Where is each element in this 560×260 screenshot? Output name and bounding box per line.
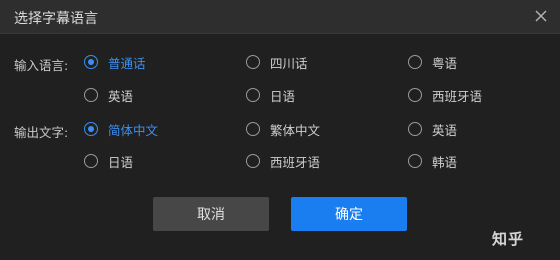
close-button[interactable]: [530, 5, 552, 27]
input-language-option-cantonese[interactable]: 粤语: [408, 52, 457, 72]
input-language-option-mandarin[interactable]: 普通话: [84, 52, 146, 72]
option-label: 四川话: [270, 55, 308, 71]
output-text-option-spanish[interactable]: 西班牙语: [246, 151, 320, 171]
option-label: 简体中文: [108, 122, 159, 138]
input-language-label: 输入语言:: [14, 58, 69, 73]
radio[interactable]: [408, 122, 422, 136]
radio[interactable]: [408, 154, 422, 168]
option-label: 日语: [270, 88, 296, 104]
radio[interactable]: [84, 154, 98, 168]
title-bar: 选择字幕语言: [0, 0, 560, 34]
radio[interactable]: [84, 88, 98, 102]
subtitle-language-dialog: 选择字幕语言 输入语言: 普通话 四川话 粤语 英语 日语 西班牙语 输出文字:: [0, 0, 560, 260]
option-label: 英语: [432, 122, 458, 138]
input-language-option-english[interactable]: 英语: [84, 85, 133, 105]
output-text-option-simplified-chinese[interactable]: 简体中文: [84, 119, 158, 139]
radio-checked[interactable]: [84, 122, 98, 136]
output-text-option-korean[interactable]: 韩语: [408, 151, 457, 171]
output-text-option-japanese[interactable]: 日语: [84, 151, 133, 171]
radio[interactable]: [408, 55, 422, 69]
input-language-option-japanese[interactable]: 日语: [246, 85, 295, 105]
watermark-logo: 知乎: [492, 230, 525, 248]
option-label: 西班牙语: [432, 88, 483, 104]
option-label: 繁体中文: [270, 122, 321, 138]
radio-checked[interactable]: [84, 55, 98, 69]
confirm-button[interactable]: 确定: [291, 197, 407, 231]
radio[interactable]: [408, 88, 422, 102]
radio[interactable]: [246, 88, 260, 102]
radio[interactable]: [246, 122, 260, 136]
option-label: 西班牙语: [270, 154, 321, 170]
input-language-option-spanish[interactable]: 西班牙语: [408, 85, 482, 105]
input-language-option-sichuanese[interactable]: 四川话: [246, 52, 308, 72]
option-label: 粤语: [432, 55, 458, 71]
output-text-label: 输出文字:: [14, 125, 69, 140]
option-label: 英语: [108, 88, 134, 104]
radio[interactable]: [246, 55, 260, 69]
option-label: 日语: [108, 154, 134, 170]
close-icon: [535, 10, 547, 22]
output-text-option-traditional-chinese[interactable]: 繁体中文: [246, 119, 320, 139]
radio[interactable]: [246, 154, 260, 168]
output-text-option-english[interactable]: 英语: [408, 119, 457, 139]
option-label: 普通话: [108, 55, 146, 71]
cancel-button[interactable]: 取消: [153, 197, 269, 231]
dialog-title: 选择字幕语言: [14, 11, 98, 27]
option-label: 韩语: [432, 154, 458, 170]
